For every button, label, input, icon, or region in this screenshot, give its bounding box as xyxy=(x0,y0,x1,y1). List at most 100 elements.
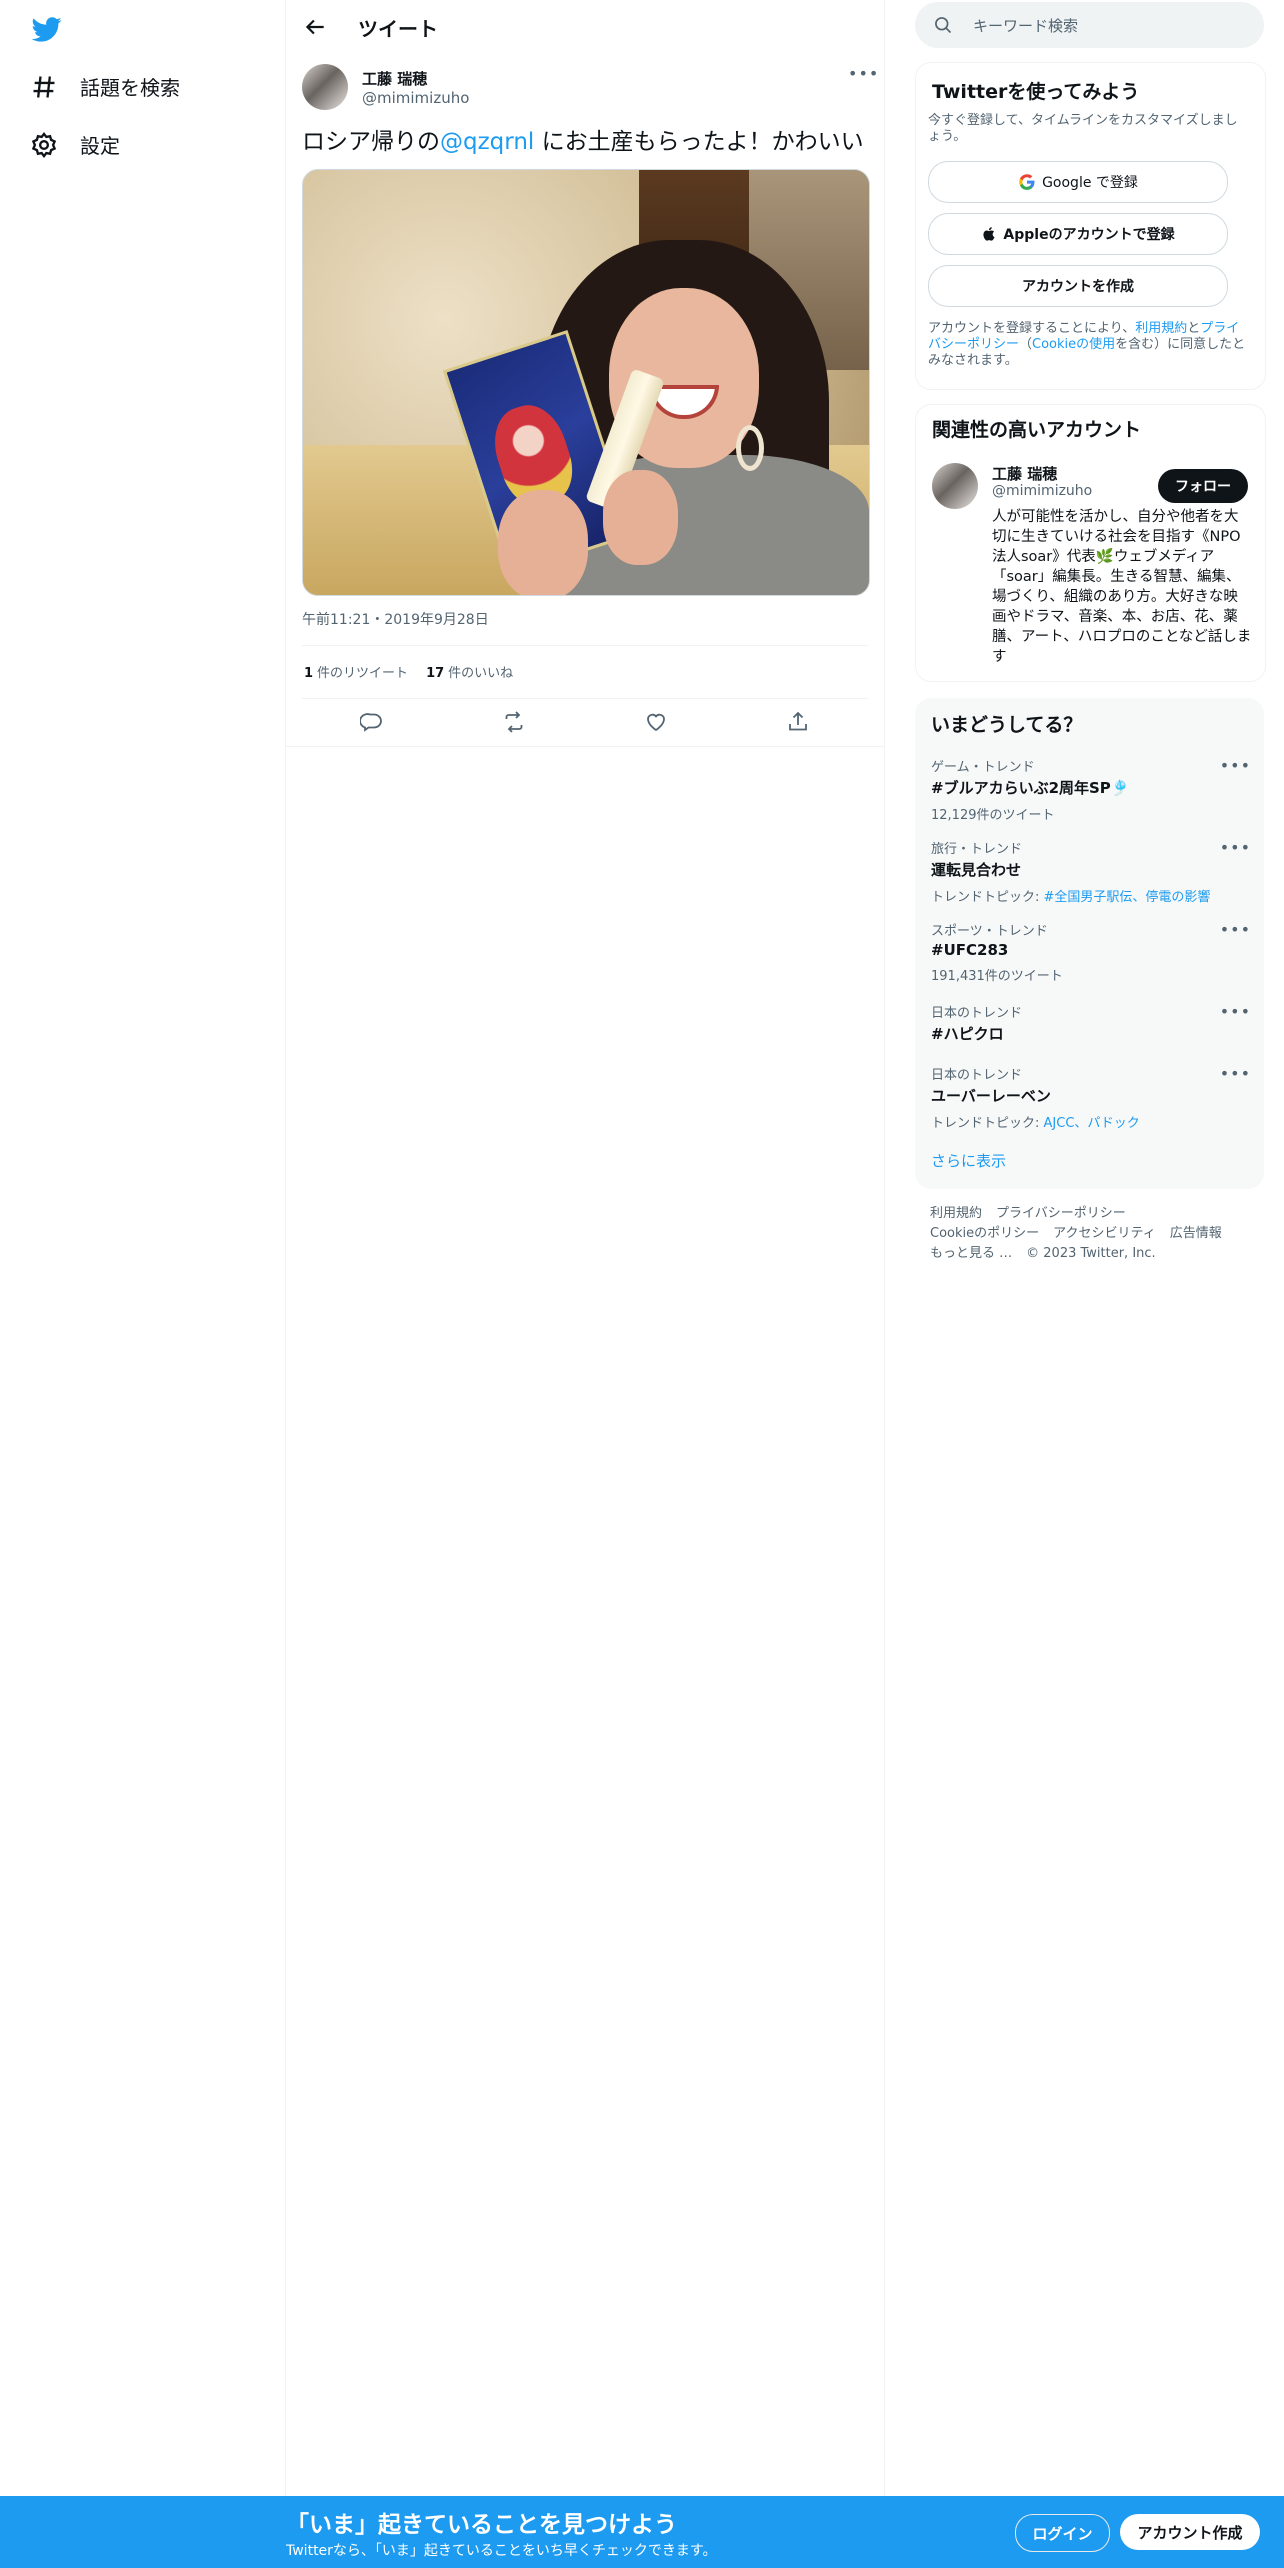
footer-ads-link[interactable]: 広告情報 xyxy=(1170,1226,1222,1241)
login-button[interactable]: ログイン xyxy=(1015,2514,1110,2552)
retweet-label: 件のリツイート xyxy=(317,666,409,681)
cookie-link[interactable]: Cookieの使用 xyxy=(1032,337,1115,352)
terms-text: （ xyxy=(1019,337,1033,352)
related-handle[interactable]: @mimimizuho xyxy=(992,483,1092,499)
google-signup-label: Google で登録 xyxy=(1042,175,1138,191)
nav-explore[interactable]: 話題を検索 xyxy=(30,72,180,101)
show-more-link[interactable]: さらに表示 xyxy=(931,1150,1006,1171)
trend-meta: 日本のトレンド xyxy=(931,1006,1023,1021)
tweet-photo[interactable] xyxy=(302,169,870,596)
twitter-logo-icon[interactable] xyxy=(30,14,64,44)
tweet-actions xyxy=(302,706,868,740)
back-arrow-icon[interactable] xyxy=(302,14,328,40)
tweet-text-before: ロシア帰りの xyxy=(302,129,440,155)
trend-name: #ブルアカらいぶ2周年SP🎐 xyxy=(931,779,1130,797)
bottom-bar-subtitle: Twitterなら、「いま」起きていることをいち早くチェックできます。 xyxy=(286,2543,717,2559)
retweet-icon[interactable] xyxy=(502,710,526,734)
trend-meta: 日本のトレンド xyxy=(931,1068,1023,1083)
trend-topics-prefix: トレンドトピック: xyxy=(931,1116,1044,1131)
tweet-mention-link[interactable]: @qzqrnl xyxy=(440,129,534,155)
terms-text: と xyxy=(1187,321,1201,336)
page-header: ツイート xyxy=(286,0,884,54)
nav-settings[interactable]: 設定 xyxy=(30,130,120,159)
google-icon xyxy=(1019,174,1035,190)
trend-count: 191,431件のツイート xyxy=(931,969,1063,984)
trend-more-icon[interactable]: ••• xyxy=(1220,756,1251,775)
apple-signup-button[interactable]: Appleのアカウントで登録 xyxy=(928,213,1228,255)
tweet-text: ロシア帰りの@qzqrnl にお土産もらったよ！かわいい xyxy=(302,126,872,158)
related-bio: 人が可能性を活かし、自分や他者を大切に生きていける社会を目指す《NPO法人soa… xyxy=(992,509,1252,665)
related-name[interactable]: 工藤 瑞穂 xyxy=(992,463,1057,484)
like-stat[interactable]: 17 件のいいね xyxy=(426,662,513,681)
trend-name: #UFC283 xyxy=(931,941,1009,959)
divider xyxy=(302,698,868,699)
trend-topics-link[interactable]: #全国男子駅伝、停電の影響 xyxy=(1044,890,1211,905)
trend-more-icon[interactable]: ••• xyxy=(1220,1002,1251,1021)
like-heart-icon[interactable] xyxy=(644,710,668,734)
trend-meta: スポーツ・トレンド xyxy=(931,924,1048,939)
right-sidebar: Twitterを使ってみよう 今すぐ登録して、タイムラインをカスタマイズしましょ… xyxy=(884,0,1284,2496)
create-account-label: アカウントを作成 xyxy=(1022,279,1134,295)
related-title: 関連性の高いアカウント xyxy=(932,419,1142,441)
signup-button[interactable]: アカウント作成 xyxy=(1120,2514,1260,2550)
signup-description: 今すぐ登録して、タイムラインをカスタマイズしましょう。 xyxy=(928,113,1238,144)
footer-more-link[interactable]: もっと見る … xyxy=(930,1246,1012,1261)
search-icon xyxy=(935,17,952,34)
trend-topics: トレンドトピック: AJCC、パドック xyxy=(931,1112,1251,1131)
tweet-timestamp[interactable]: 午前11:21・2019年9月28日 xyxy=(302,609,489,629)
share-icon[interactable] xyxy=(786,710,810,734)
photo-hand-left xyxy=(498,490,588,595)
photo-earring xyxy=(736,425,764,471)
trend-item[interactable]: 日本のトレンド #ハピクロ ••• xyxy=(931,1002,1251,1044)
gear-icon xyxy=(31,131,57,158)
terms-text: アカウントを登録することにより、 xyxy=(928,321,1136,336)
trend-more-icon[interactable]: ••• xyxy=(1220,920,1251,939)
photo-hand-right xyxy=(603,470,678,565)
related-avatar[interactable] xyxy=(932,463,978,509)
hashtag-icon xyxy=(33,75,55,98)
author-handle[interactable]: @mimimizuho xyxy=(362,89,469,107)
search-input[interactable] xyxy=(971,2,1255,50)
footer-accessibility-link[interactable]: アクセシビリティ xyxy=(1053,1226,1156,1241)
terms-link[interactable]: 利用規約 xyxy=(1135,321,1187,336)
related-accounts-card: 関連性の高いアカウント 工藤 瑞穂 @mimimizuho フォロー 人が可能性… xyxy=(915,404,1266,682)
divider xyxy=(286,746,884,747)
author-avatar[interactable] xyxy=(302,64,348,110)
footer-links: 利用規約 プライバシーポリシー Cookieのポリシー アクセシビリティ 広告情報 も… xyxy=(930,1204,1250,1264)
tweet-more-icon[interactable]: ••• xyxy=(848,64,879,83)
footer-terms-link[interactable]: 利用規約 xyxy=(930,1206,982,1221)
google-signup-button[interactable]: Google で登録 xyxy=(928,161,1228,203)
bottom-bar-title: 「いま」起きていることを見つけよう xyxy=(286,2512,677,2538)
bottom-signup-bar: 「いま」起きていることを見つけよう Twitterなら、「いま」起きていることを… xyxy=(0,2496,1284,2568)
like-count: 17 xyxy=(426,666,445,681)
author-name[interactable]: 工藤 瑞穂 xyxy=(362,68,427,89)
tweet-stats: 1 件のリツイート 17 件のいいね xyxy=(304,662,513,681)
left-sidebar: 話題を検索 設定 xyxy=(0,0,286,2496)
footer-privacy-link[interactable]: プライバシーポリシー xyxy=(996,1206,1126,1221)
retweet-stat[interactable]: 1 件のリツイート xyxy=(304,662,408,681)
trend-name: #ハピクロ xyxy=(931,1025,1004,1043)
signup-title: Twitterを使ってみよう xyxy=(932,81,1140,103)
page-title: ツイート xyxy=(358,17,438,41)
like-label: 件のいいね xyxy=(448,666,514,681)
nav-settings-label: 設定 xyxy=(80,134,120,158)
trend-topics-prefix: トレンドトピック: xyxy=(931,890,1044,905)
trend-item[interactable]: ゲーム・トレンド #ブルアカらいぶ2周年SP🎐 12,129件のツイート ••• xyxy=(931,756,1251,823)
create-account-button[interactable]: アカウントを作成 xyxy=(928,265,1228,307)
trends-title: いまどうしてる？ xyxy=(931,714,1083,736)
apple-icon xyxy=(983,227,995,241)
nav-explore-label: 話題を検索 xyxy=(80,76,180,100)
trend-more-icon[interactable]: ••• xyxy=(1220,838,1251,857)
trend-meta: ゲーム・トレンド xyxy=(931,760,1035,775)
follow-button[interactable]: フォロー xyxy=(1158,469,1248,503)
reply-icon[interactable] xyxy=(360,710,384,734)
trend-item[interactable]: スポーツ・トレンド #UFC283 191,431件のツイート ••• xyxy=(931,920,1251,984)
trend-item[interactable]: 旅行・トレンド 運転見合わせ トレンドトピック: #全国男子駅伝、停電の影響 •… xyxy=(931,838,1251,905)
trend-name: 運転見合わせ xyxy=(931,861,1022,879)
trend-item[interactable]: 日本のトレンド ユーバーレーベン トレンドトピック: AJCC、パドック ••• xyxy=(931,1064,1251,1131)
tweet-text-after: にお土産もらったよ！かわいい xyxy=(534,129,864,155)
footer-cookie-link[interactable]: Cookieのポリシー xyxy=(930,1226,1039,1241)
trend-topics-link[interactable]: AJCC、パドック xyxy=(1044,1116,1140,1131)
trend-more-icon[interactable]: ••• xyxy=(1220,1064,1251,1083)
trends-panel: いまどうしてる？ ゲーム・トレンド #ブルアカらいぶ2周年SP🎐 12,129件… xyxy=(915,698,1264,1189)
